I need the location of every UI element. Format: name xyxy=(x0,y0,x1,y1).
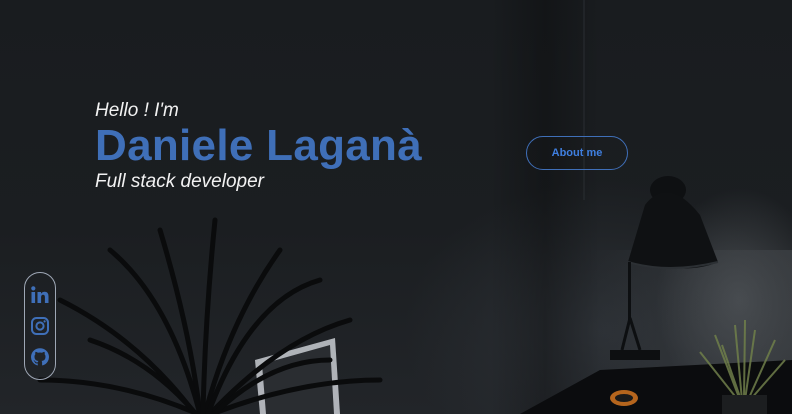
linkedin-link[interactable] xyxy=(29,284,51,306)
github-link[interactable] xyxy=(29,346,51,368)
social-links xyxy=(24,272,56,380)
about-me-button[interactable]: About me xyxy=(526,136,628,170)
background-photo xyxy=(0,0,792,414)
background-scene xyxy=(37,0,792,414)
github-icon xyxy=(31,348,49,366)
instagram-link[interactable] xyxy=(29,315,51,337)
instagram-icon xyxy=(31,316,49,335)
linkedin-icon xyxy=(31,285,49,303)
role-text: Full stack developer xyxy=(95,171,264,192)
greeting-text: Hello ! I'm xyxy=(95,100,179,121)
hero-section: Hello ! I'm Daniele Laganà Full stack de… xyxy=(95,100,422,194)
developer-name: Daniele Laganà xyxy=(95,121,422,170)
lamp-illustration xyxy=(610,176,719,360)
